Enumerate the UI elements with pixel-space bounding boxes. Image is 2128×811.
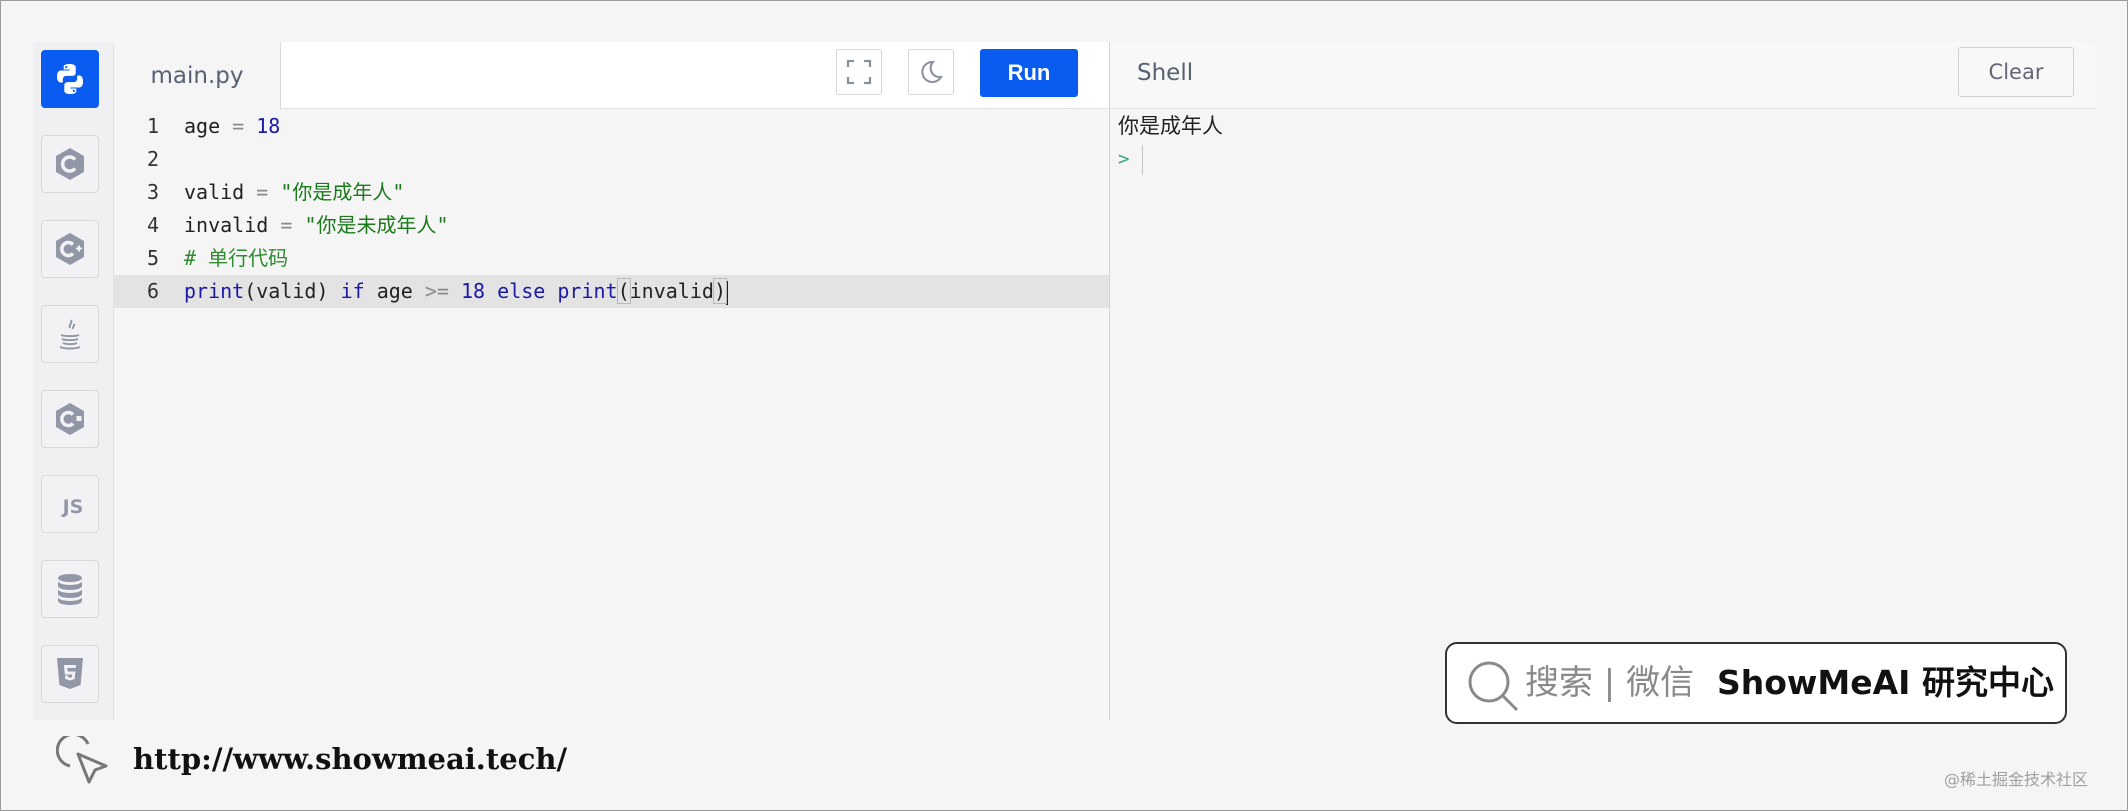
code-line: 1 age = 18 xyxy=(114,110,1109,143)
python-icon xyxy=(57,64,83,94)
shell-header: Shell Clear xyxy=(1110,42,2095,109)
lang-csharp-button[interactable] xyxy=(41,390,99,448)
brand-text: ShowMeAI 研究中心 xyxy=(1717,663,2054,702)
code-editor[interactable]: 1 age = 18 2 3 valid = "你是成年人" 4 invalid… xyxy=(114,110,1109,720)
website-url[interactable]: http://www.showmeai.tech/ xyxy=(133,736,567,782)
line-number: 3 xyxy=(146,180,159,204)
line-number: 6 xyxy=(146,279,159,303)
shell-input[interactable] xyxy=(1142,145,1143,175)
lang-javascript-button[interactable]: JS xyxy=(41,475,99,533)
java-icon xyxy=(59,319,81,350)
search-banner: 搜索 | 微信 ShowMeAI 研究中心 xyxy=(1445,642,2067,724)
csharp-icon xyxy=(56,403,84,435)
search-text: 搜索 | 微信 xyxy=(1525,663,1695,703)
clear-button[interactable]: Clear xyxy=(1958,47,2074,97)
line-number: 2 xyxy=(146,147,159,171)
search-icon xyxy=(1468,661,1519,712)
line-number: 5 xyxy=(146,246,159,270)
shell-output: 你是成年人 xyxy=(1118,114,1223,138)
code-line: 4 invalid = "你是未成年人" xyxy=(114,209,1109,242)
dark-mode-button[interactable] xyxy=(908,49,954,95)
c-icon xyxy=(56,148,84,180)
js-icon: JS xyxy=(62,496,84,518)
html5-icon xyxy=(57,658,83,689)
fullscreen-button[interactable] xyxy=(836,49,882,95)
code-line: 5 # 单行代码 xyxy=(114,242,1109,275)
lang-sql-button[interactable] xyxy=(41,560,99,618)
code-line: 3 valid = "你是成年人" xyxy=(114,176,1109,209)
database-icon xyxy=(58,574,82,605)
lang-cpp-button[interactable] xyxy=(41,220,99,278)
code-line-current: 6 print(valid) if age >= 18 else print(i… xyxy=(114,275,1109,308)
moon-icon xyxy=(921,60,943,83)
lang-c-button[interactable] xyxy=(41,135,99,193)
lang-java-button[interactable] xyxy=(41,305,99,363)
lang-html-button[interactable] xyxy=(41,645,99,703)
credit-watermark: @稀土掘金技术社区 xyxy=(1944,770,2089,789)
language-sidebar: JS xyxy=(33,42,114,720)
pane-divider[interactable] xyxy=(1109,42,1110,720)
shell-prompt: > xyxy=(1118,148,1130,170)
run-button[interactable]: Run xyxy=(980,49,1078,97)
fullscreen-icon xyxy=(846,59,872,85)
tab-main-py[interactable]: main.py xyxy=(114,42,281,109)
line-number: 1 xyxy=(146,114,159,138)
line-number: 4 xyxy=(146,213,159,237)
code-line: 2 xyxy=(114,143,1109,176)
editor-toolbar: main.py Run xyxy=(114,42,1109,109)
shell-title: Shell xyxy=(1137,60,1194,86)
lang-python-button[interactable] xyxy=(41,50,99,108)
cpp-icon xyxy=(56,233,84,265)
cursor-click-icon xyxy=(56,736,108,784)
text-cursor xyxy=(725,280,728,305)
